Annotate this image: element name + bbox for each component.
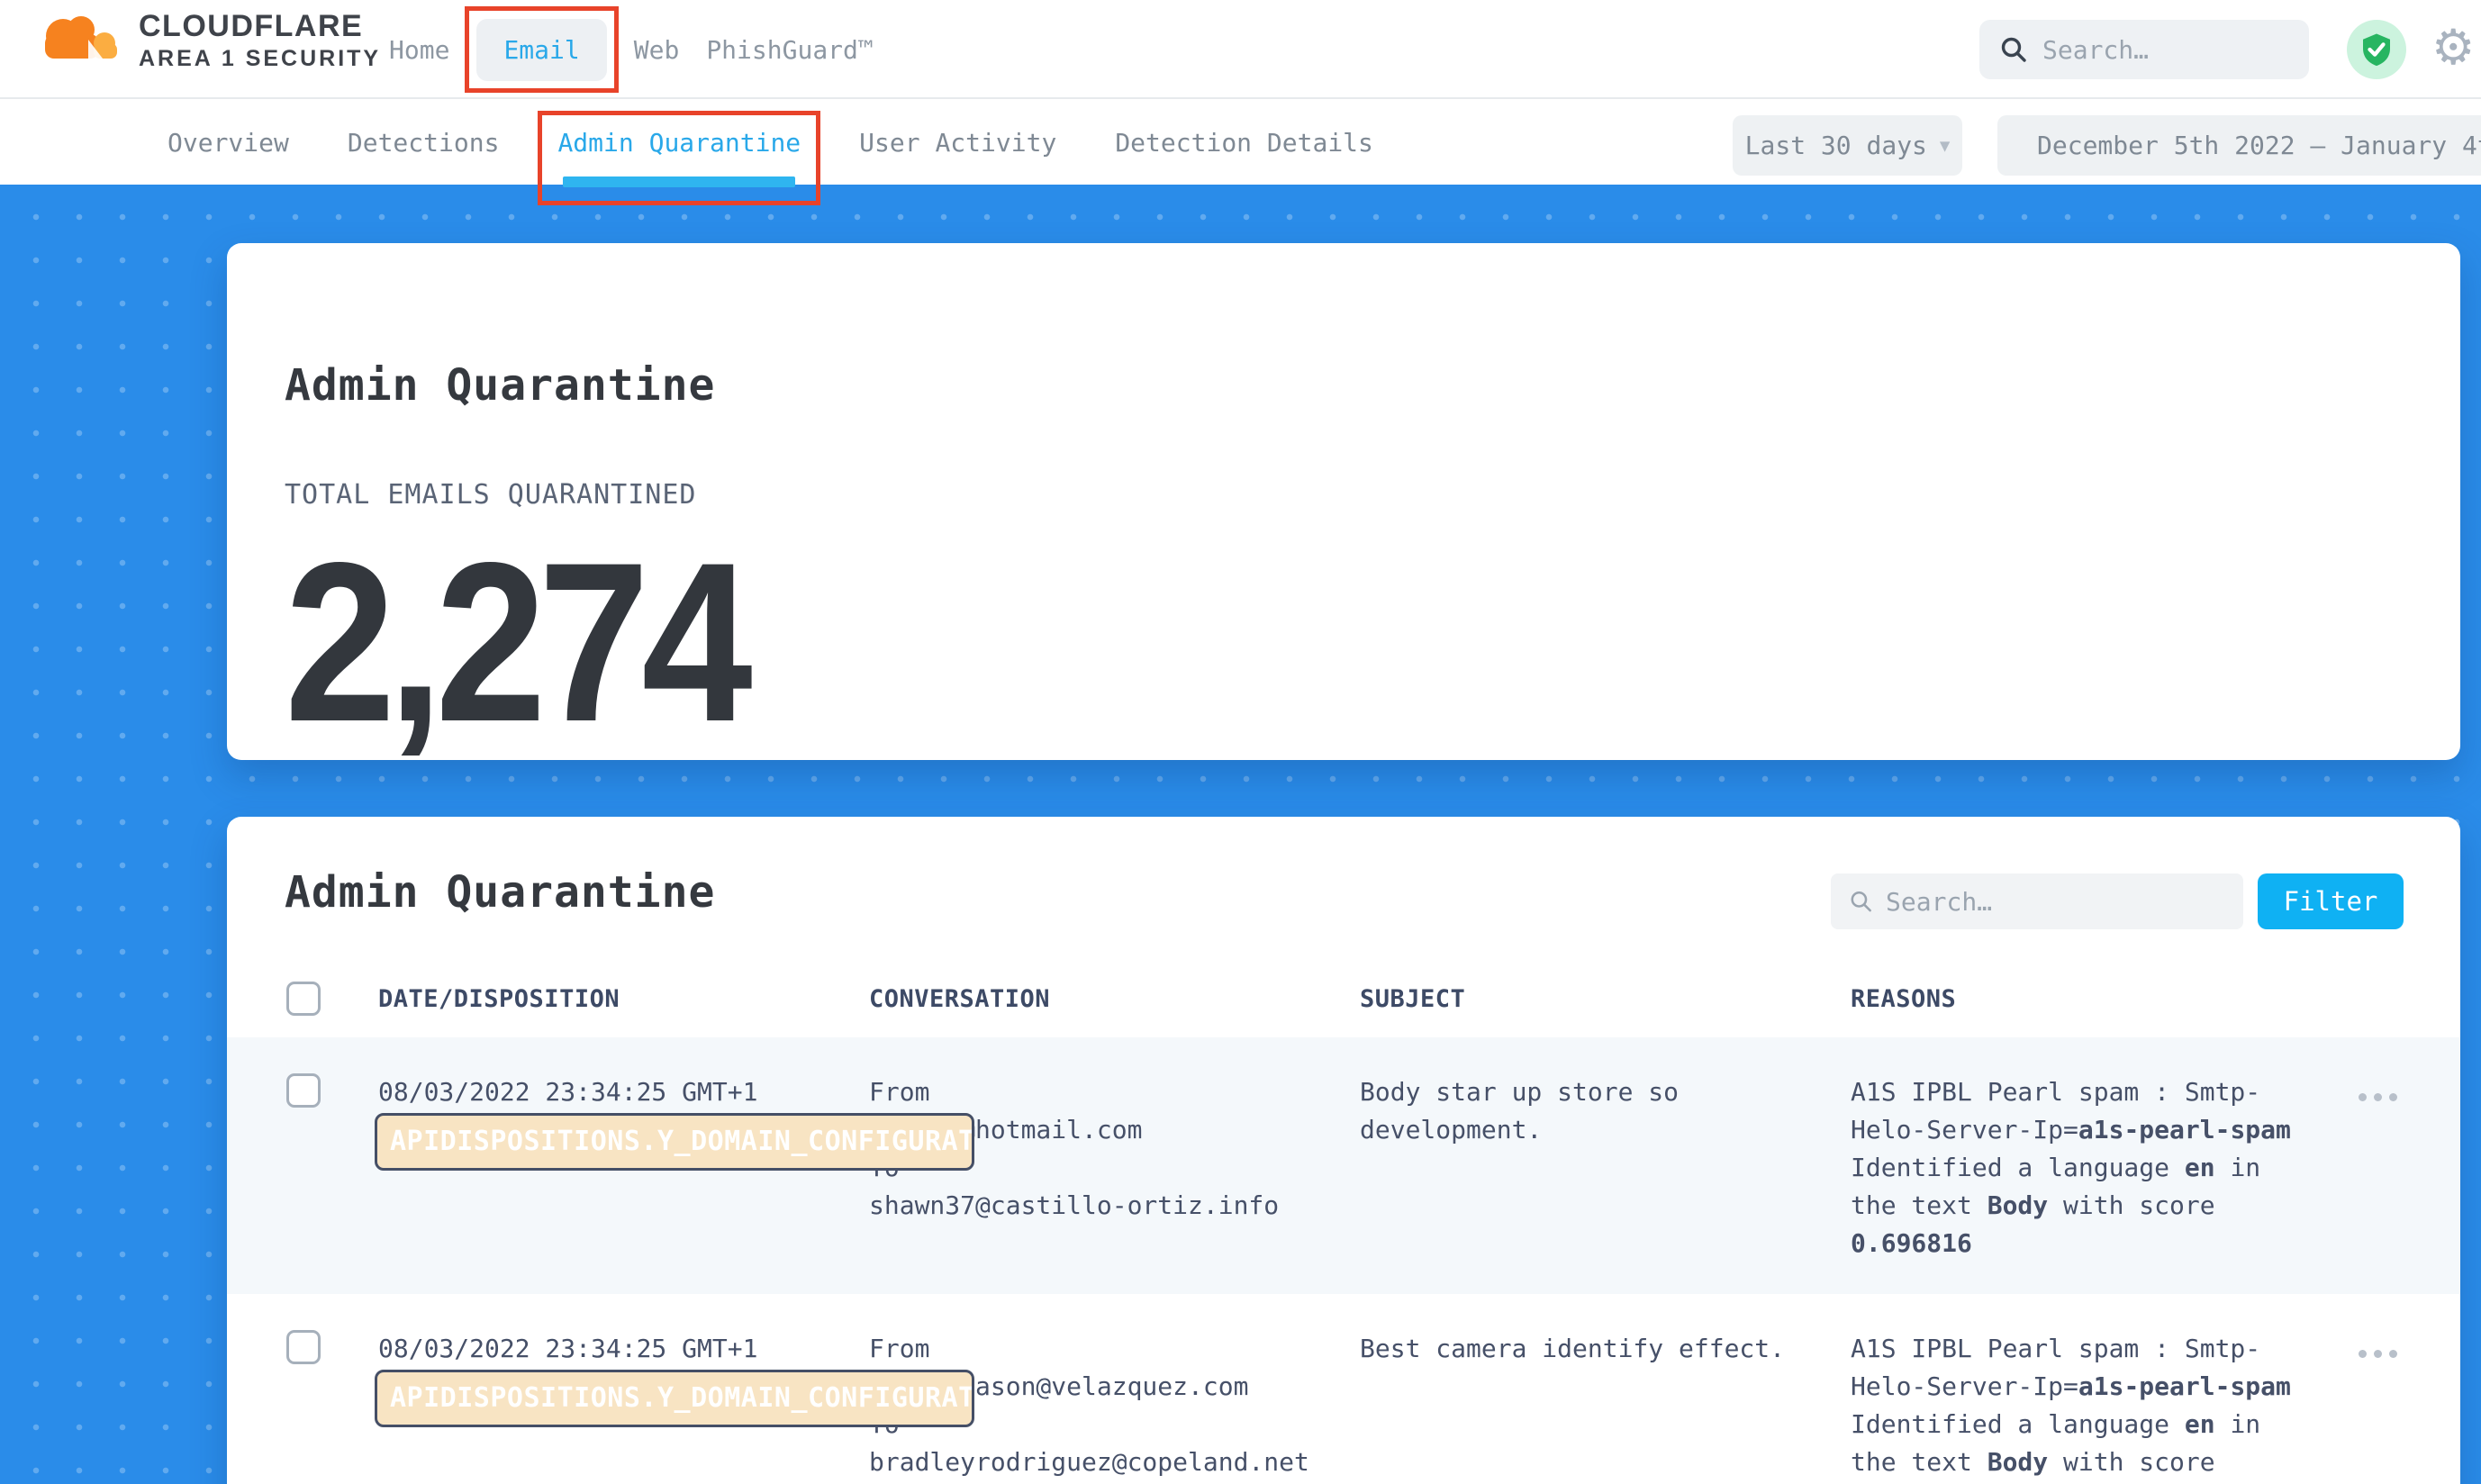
subnav-tabs: Overview Detections Admin Quarantine Use… — [168, 101, 1373, 185]
disposition-badge: APIDISPOSITIONS.Y_DOMAIN_CONFIGURATION — [375, 1113, 974, 1171]
quarantine-table-card: Admin Quarantine Filter DATE/DISPOSITION… — [227, 817, 2460, 1484]
nav-item-home[interactable]: Home — [389, 35, 449, 65]
top-header: CLOUDFLARE AREA 1 SECURITY Home Email We… — [0, 0, 2481, 99]
table-header-row: DATE/DISPOSITION CONVERSATION SUBJECT RE… — [227, 960, 2460, 1037]
nav-item-email[interactable]: Email — [476, 19, 606, 81]
row-actions-menu-icon[interactable] — [2355, 1084, 2460, 1110]
tab-user-activity[interactable]: User Activity — [859, 101, 1056, 185]
table-row: 08/03/2022 23:34:25 GMT+1 From maddenjas… — [227, 1294, 2460, 1484]
subject-cell: Best camera identify effect. — [1360, 1330, 1851, 1368]
filter-button[interactable]: Filter — [2258, 873, 2404, 929]
col-subject: SUBJECT — [1360, 985, 1851, 1013]
metric-label: TOTAL EMAILS QUARANTINED — [285, 479, 696, 511]
email-subnav: Overview Detections Admin Quarantine Use… — [0, 101, 2481, 185]
table-row: 08/03/2022 23:34:25 GMT+1 From whardy@ho… — [227, 1037, 2460, 1294]
reasons-cell: A1S IPBL Pearl spam : Smtp-Helo-Server-I… — [1851, 1330, 2314, 1484]
row-checkbox[interactable] — [286, 1330, 321, 1364]
period-selector[interactable]: Last 30 days ▼ — [1733, 115, 1962, 176]
search-icon — [1849, 888, 1873, 915]
tab-overview[interactable]: Overview — [168, 101, 289, 185]
metric-value: 2,274 — [285, 529, 745, 756]
date-cell: 08/03/2022 23:34:25 GMT+1 — [378, 1073, 869, 1111]
search-input[interactable] — [2042, 35, 2289, 65]
disposition-badge: APIDISPOSITIONS.Y_DOMAIN_CONFIGURATION — [375, 1370, 974, 1427]
nav-item-phishguard[interactable]: PhishGuard™ — [706, 35, 873, 65]
col-conversation: CONVERSATION — [869, 985, 1360, 1013]
reasons-cell: A1S IPBL Pearl spam : Smtp-Helo-Server-I… — [1851, 1073, 2314, 1262]
date-range-picker[interactable]: December 5th 2022 — January 4th 2023 — [1997, 115, 2481, 176]
tab-admin-quarantine[interactable]: Admin Quarantine — [557, 101, 801, 185]
global-search[interactable] — [1979, 20, 2309, 79]
col-date-disposition: DATE/DISPOSITION — [378, 985, 869, 1013]
subject-cell: Body star up store so development. — [1360, 1073, 1851, 1149]
shield-check-icon — [2359, 32, 2395, 68]
cloudflare-logo-icon — [36, 9, 122, 72]
chevron-down-icon: ▼ — [1940, 136, 1950, 156]
tab-detection-details[interactable]: Detection Details — [1115, 101, 1373, 185]
row-checkbox[interactable] — [286, 1073, 321, 1108]
settings-gear-icon[interactable]: ⚙︎ — [2431, 16, 2475, 79]
quarantine-table: DATE/DISPOSITION CONVERSATION SUBJECT RE… — [227, 960, 2460, 1484]
brand: CLOUDFLARE AREA 1 SECURITY — [36, 9, 381, 72]
table-card-title: Admin Quarantine — [285, 867, 715, 918]
row-actions-menu-icon[interactable] — [2355, 1341, 2460, 1367]
date-cell: 08/03/2022 23:34:25 GMT+1 — [378, 1330, 869, 1368]
brand-name: CLOUDFLARE — [139, 11, 381, 41]
top-navigation: Home Email Web PhishGuard™ — [389, 0, 874, 99]
nav-item-web[interactable]: Web — [634, 35, 680, 65]
table-search[interactable] — [1831, 873, 2243, 929]
col-reasons: REASONS — [1851, 985, 2314, 1013]
summary-card: Admin Quarantine TOTAL EMAILS QUARANTINE… — [227, 243, 2460, 760]
tab-detections[interactable]: Detections — [348, 101, 500, 185]
brand-subtitle: AREA 1 SECURITY — [139, 48, 381, 70]
select-all-checkbox[interactable] — [286, 982, 321, 1016]
summary-card-title: Admin Quarantine — [285, 360, 715, 411]
to-address: shawn37@castillo-ortiz.info — [869, 1187, 1360, 1225]
search-icon — [1999, 35, 2028, 64]
to-address: bradleyrodriguez@copeland.net — [869, 1443, 1360, 1481]
area1-dashboard: { "header": { "brand_name": "CLOUDFLARE"… — [0, 0, 2481, 1484]
protection-status-badge[interactable] — [2347, 20, 2406, 79]
table-search-input[interactable] — [1886, 887, 2225, 917]
